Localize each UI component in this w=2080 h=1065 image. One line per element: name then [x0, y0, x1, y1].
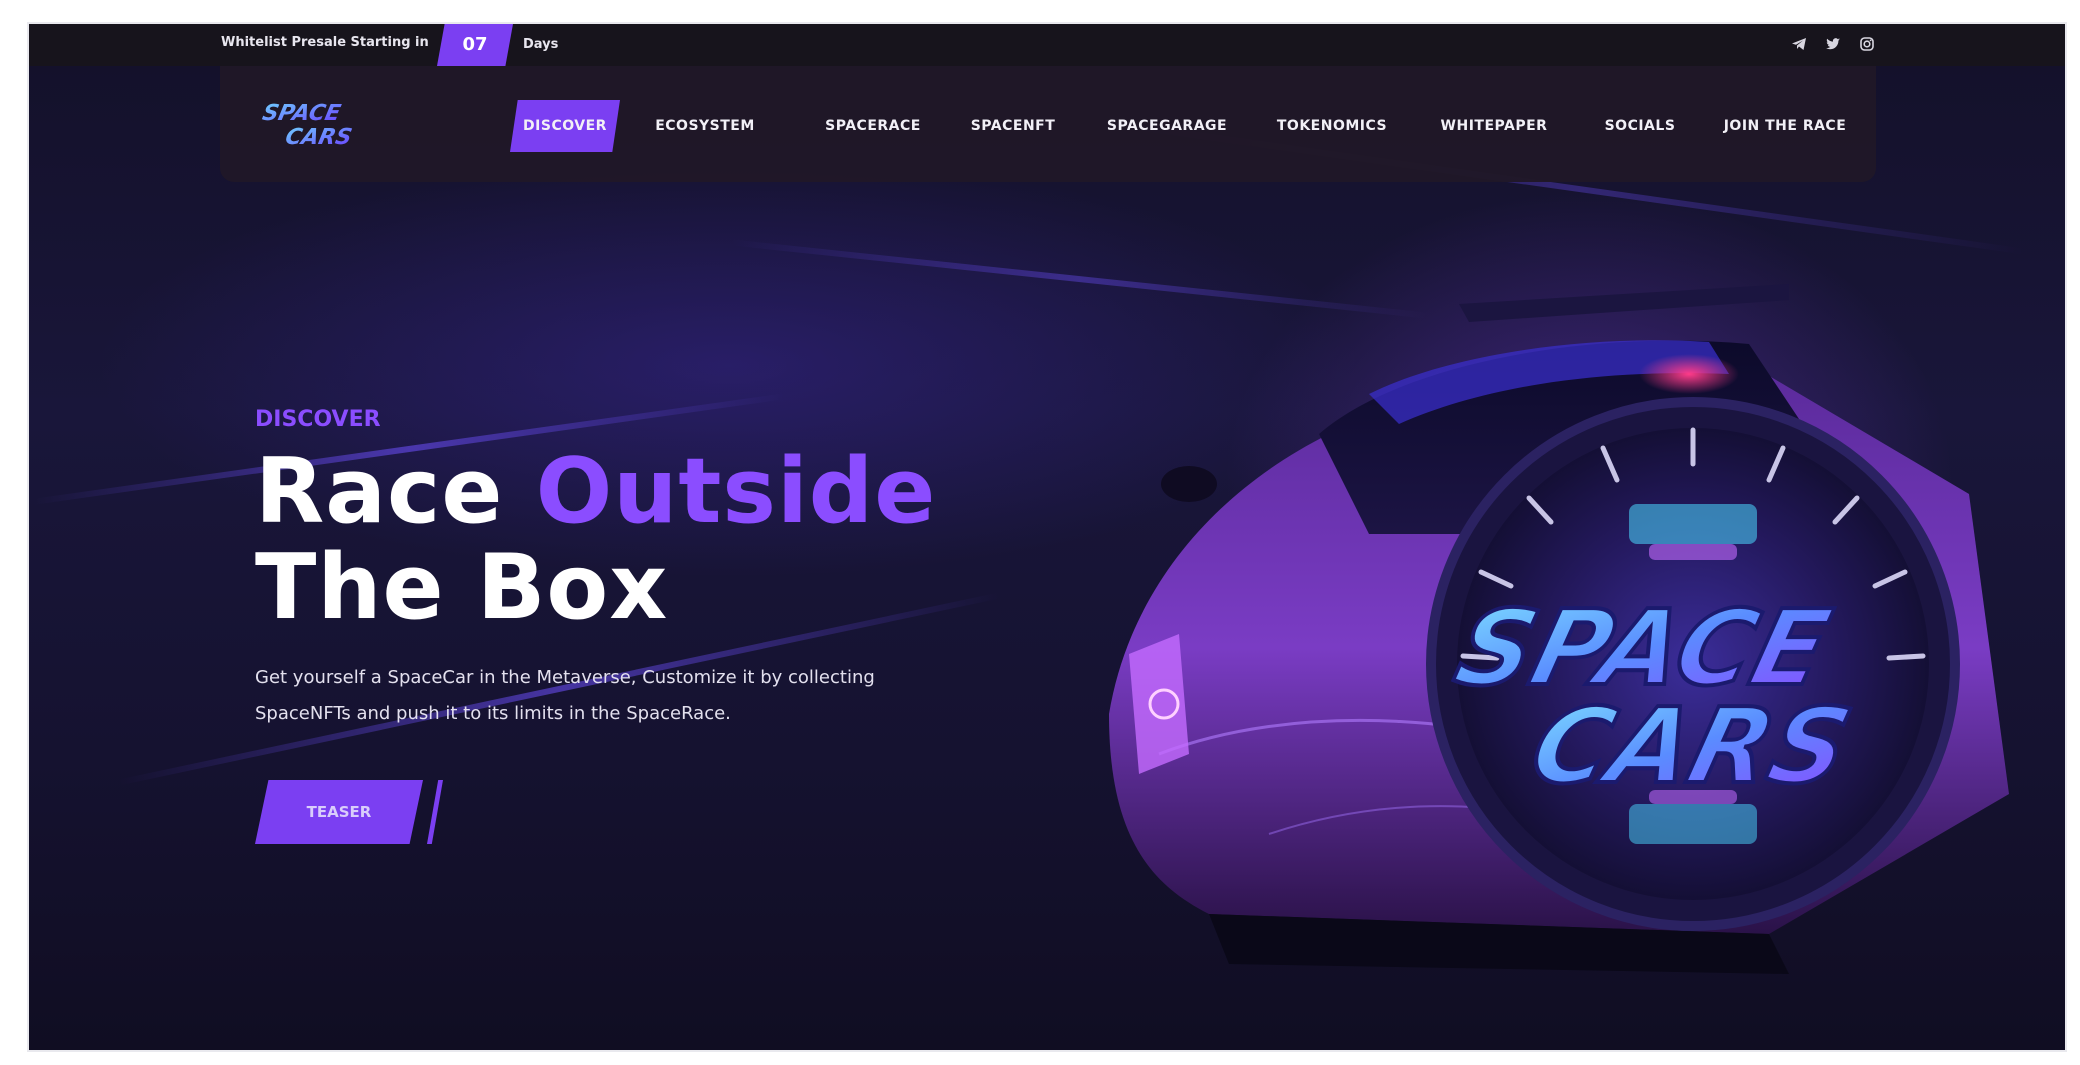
badge-line2: CARS — [1520, 685, 1862, 806]
spacecars-logo[interactable]: SPACE CARS — [260, 98, 380, 150]
headline-part1: Race — [255, 439, 536, 544]
days-label: Days — [523, 37, 559, 52]
headline-line2: The Box — [255, 535, 669, 640]
nav-tokenomics[interactable]: TOKENOMICS — [1270, 100, 1394, 152]
nav-whitepaper[interactable]: WHITEPAPER — [1430, 100, 1558, 152]
nav-socials[interactable]: SOCIALS — [1595, 100, 1685, 152]
spacecars-badge: SPACE CARS — [1423, 394, 1963, 934]
main-nav: SPACE CARS DISCOVER ECOSYSTEM SPACERACE … — [220, 66, 1876, 182]
nav-spacenft[interactable]: SPACENFT — [965, 100, 1061, 152]
hero-subtext: Get yourself a SpaceCar in the Metaverse… — [255, 667, 875, 724]
presale-text: Whitelist Presale Starting in — [221, 35, 429, 50]
nav-join-the-race[interactable]: JOIN THE RACE — [1710, 100, 1860, 152]
nav-spacerace[interactable]: SPACERACE — [820, 100, 926, 152]
teaser-button[interactable]: TEASER — [255, 780, 423, 844]
nav-spacegarage[interactable]: SPACEGARAGE — [1100, 100, 1234, 152]
headline-accent: Outside — [535, 439, 937, 544]
svg-text:SPACE: SPACE — [260, 100, 343, 126]
nav-discover[interactable]: DISCOVER — [510, 100, 620, 152]
hero-eyebrow: DISCOVER — [255, 407, 381, 432]
instagram-icon[interactable] — [1859, 36, 1875, 52]
twitter-icon[interactable] — [1825, 36, 1841, 52]
nav-ecosystem[interactable]: ECOSYSTEM — [650, 100, 760, 152]
announcement-bar: Whitelist Presale Starting in 07 Days — [29, 24, 2065, 66]
hero-headline: Race Outside The Box — [255, 444, 936, 636]
svg-text:CARS: CARS — [283, 124, 354, 150]
days-countdown: 07 — [437, 24, 513, 66]
telegram-icon[interactable] — [1791, 36, 1807, 52]
browser-viewport: Whitelist Presale Starting in 07 Days SP… — [27, 22, 2067, 1052]
social-links — [1791, 36, 1875, 52]
